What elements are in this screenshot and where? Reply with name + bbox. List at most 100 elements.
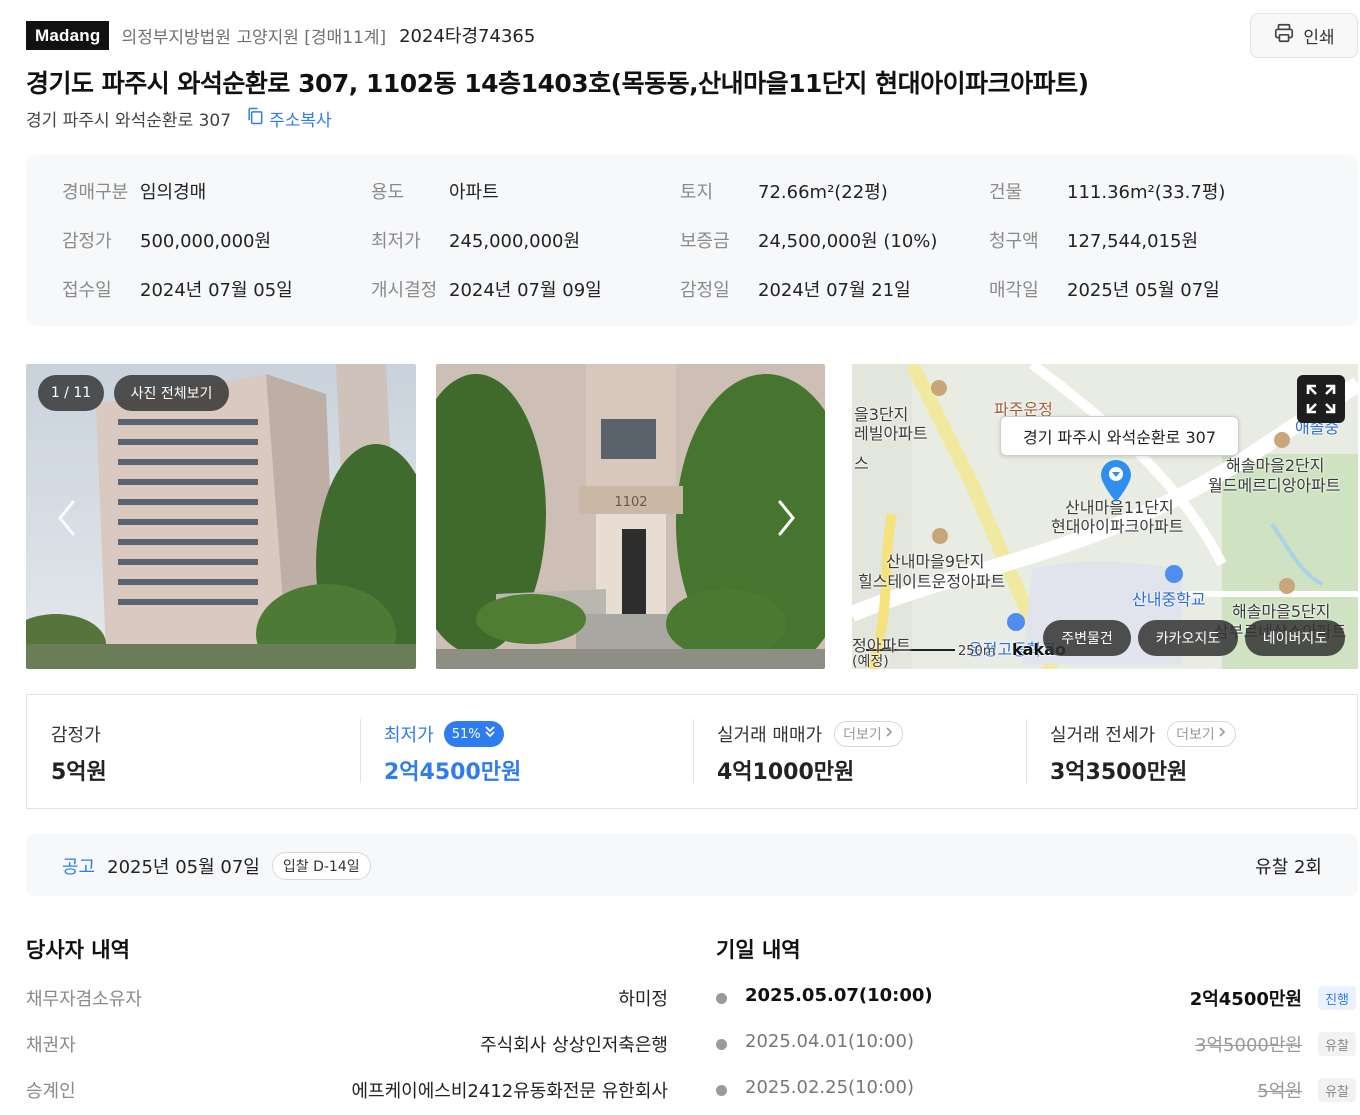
info-label: 매각일 xyxy=(989,280,1039,301)
jeonse-label-row: 실거래 전세가 더보기 xyxy=(1050,721,1236,747)
info-item: 보증금 24,500,000원 (10%) xyxy=(680,227,937,253)
jeonse-value: 3억3500만원 xyxy=(1050,760,1188,785)
madang-logo[interactable]: Madang xyxy=(26,20,110,50)
party-name: 에프케이에스비2412유동화전문 유한회사 xyxy=(351,1081,669,1102)
map-label: 레빌아파트 xyxy=(854,424,928,443)
info-item: 청구액 127,544,015원 xyxy=(989,227,1198,253)
notice-row: 공고 2025년 05월 07일 입찰 D-14일 xyxy=(62,852,371,880)
info-item: 경매구분 임의경매 xyxy=(62,178,206,204)
info-item: 감정가 500,000,000원 xyxy=(62,227,271,253)
info-value: 임의경매 xyxy=(140,182,207,203)
printer-icon xyxy=(1273,22,1295,49)
map-label: 현대아이파크아파트 xyxy=(1051,517,1184,536)
info-value: 2024년 07월 05일 xyxy=(140,280,293,301)
timeline-dot xyxy=(716,993,727,1004)
short-address: 경기 파주시 와석순환로 307 xyxy=(26,110,232,131)
info-value: 111.36m²(33.7평) xyxy=(1067,182,1226,203)
chevron-left-icon[interactable] xyxy=(54,498,80,538)
info-label: 보증금 xyxy=(680,231,730,252)
info-value: 아파트 xyxy=(449,182,499,203)
map-scale-label: 250m xyxy=(958,644,996,659)
jeonse-more-button[interactable]: 더보기 xyxy=(1167,721,1236,747)
nearby-listings-button[interactable]: 주변물건 xyxy=(1043,620,1131,656)
double-chevron-down-icon xyxy=(484,725,496,743)
notice-label: 공고 xyxy=(62,857,96,878)
jeonse-label: 실거래 전세가 xyxy=(1050,725,1156,746)
price-summary: 감정가 5억원 최저가 51% 2억4500만원 실거래 매매가 더보기 4억1… xyxy=(26,694,1358,809)
info-item: 개시결정 2024년 07월 09일 xyxy=(371,276,602,302)
party-role: 채무자겸소유자 xyxy=(26,989,142,1010)
info-value: 245,000,000원 xyxy=(449,231,581,252)
naver-map-button[interactable]: 네이버지도 xyxy=(1245,620,1345,656)
schedule-status-badge: 유찰 xyxy=(1318,1032,1356,1056)
schedule-date: 2025.02.25(10:00) xyxy=(745,1077,914,1098)
info-label: 접수일 xyxy=(62,280,112,301)
appraisal-label: 감정가 xyxy=(51,725,101,746)
appraisal-value: 5억원 xyxy=(51,760,107,785)
info-label: 건물 xyxy=(989,182,1023,203)
photo-building-entrance[interactable]: 1102 xyxy=(436,364,825,669)
notice-date: 2025년 05월 07일 xyxy=(107,857,260,878)
info-item: 접수일 2024년 07월 05일 xyxy=(62,276,293,302)
map-address-tooltip: 경기 파주시 와석순환로 307 xyxy=(1000,416,1239,456)
map-label: 스 xyxy=(854,454,869,473)
info-value: 2024년 07월 09일 xyxy=(449,280,602,301)
party-row: 채무자겸소유자 하미정 xyxy=(26,985,668,1011)
schedule-row: 2025.02.25(10:00) 5억원 유찰 xyxy=(716,1077,1356,1105)
party-name: 주식회사 상상인저축은행 xyxy=(480,1035,668,1056)
map-label: 산내중학교 xyxy=(1132,590,1206,609)
copy-address-label: 주소복사 xyxy=(269,110,332,131)
info-label: 토지 xyxy=(680,182,714,203)
print-label: 인쇄 xyxy=(1303,28,1335,48)
price-jeonse: 실거래 전세가 더보기 3억3500만원 xyxy=(1026,695,1359,808)
print-button[interactable]: 인쇄 xyxy=(1250,13,1358,58)
chevron-right-icon xyxy=(1217,726,1227,742)
info-item: 최저가 245,000,000원 xyxy=(371,227,580,253)
court-name: 의정부지방법원 고양지원 [경매11계] xyxy=(121,27,387,48)
trade-more-label: 더보기 xyxy=(843,727,882,743)
copy-address-button[interactable]: 주소복사 xyxy=(245,106,332,131)
address-row: 경기 파주시 와석순환로 307 주소복사 xyxy=(26,106,332,131)
kakao-map-button[interactable]: 카카오지도 xyxy=(1138,620,1238,656)
case-number: 2024타경74365 xyxy=(399,26,536,47)
expand-map-button[interactable] xyxy=(1297,375,1345,423)
schedule-status-badge: 유찰 xyxy=(1318,1078,1356,1102)
info-item: 토지 72.66m²(22평) xyxy=(680,178,888,204)
info-label: 개시결정 xyxy=(371,280,438,301)
info-value: 2024년 07월 21일 xyxy=(758,280,911,301)
header-row: Madang 의정부지방법원 고양지원 [경매11계] 2024타경74365 xyxy=(26,20,535,50)
parties-title: 당사자 내역 xyxy=(26,938,130,962)
minimum-ratio-text: 51% xyxy=(451,726,481,742)
schedule-status-badge: 진행 xyxy=(1318,986,1356,1010)
schedule-amount: 2억4500만원 xyxy=(1189,989,1302,1010)
property-title: 경기도 파주시 와석순환로 307, 1102동 14층1403호(목동동,산내… xyxy=(26,69,1089,98)
info-value: 500,000,000원 xyxy=(140,231,272,252)
map-pin-icon xyxy=(1099,458,1133,504)
chevron-right-icon xyxy=(884,726,894,742)
fail-count: 유찰 2회 xyxy=(1255,857,1322,878)
fullscreen-icon xyxy=(1297,384,1345,427)
trade-more-button[interactable]: 더보기 xyxy=(834,721,903,747)
info-label: 청구액 xyxy=(989,231,1039,252)
schedule-row: 2025.05.07(10:00) 2억4500만원 진행 xyxy=(716,985,1356,1013)
bid-dday-badge: 입찰 D-14일 xyxy=(271,852,371,880)
minimum-ratio-badge[interactable]: 51% xyxy=(443,721,504,747)
chevron-right-icon[interactable] xyxy=(773,498,799,538)
view-all-photos-button[interactable]: 사진 전체보기 xyxy=(114,375,229,411)
price-trade: 실거래 매매가 더보기 4억1000만원 xyxy=(693,695,1026,808)
minimum-label-row: 최저가 51% xyxy=(384,721,504,747)
info-value: 24,500,000원 (10%) xyxy=(758,231,938,252)
price-minimum: 최저가 51% 2억4500만원 xyxy=(360,695,693,808)
info-value: 127,544,015원 xyxy=(1067,231,1199,252)
timeline-dot xyxy=(716,1039,727,1050)
schedule-date: 2025.04.01(10:00) xyxy=(745,1031,914,1052)
schedule-title: 기일 내역 xyxy=(716,938,801,962)
info-item: 감정일 2024년 07월 21일 xyxy=(680,276,911,302)
price-appraisal: 감정가 5억원 xyxy=(27,695,360,808)
info-label: 감정일 xyxy=(680,280,730,301)
party-role: 채권자 xyxy=(26,1035,76,1056)
photo-counter: 1 / 11 xyxy=(38,375,104,411)
copy-icon xyxy=(245,106,265,131)
info-label: 경매구분 xyxy=(62,182,129,203)
party-role: 승계인 xyxy=(26,1081,76,1102)
